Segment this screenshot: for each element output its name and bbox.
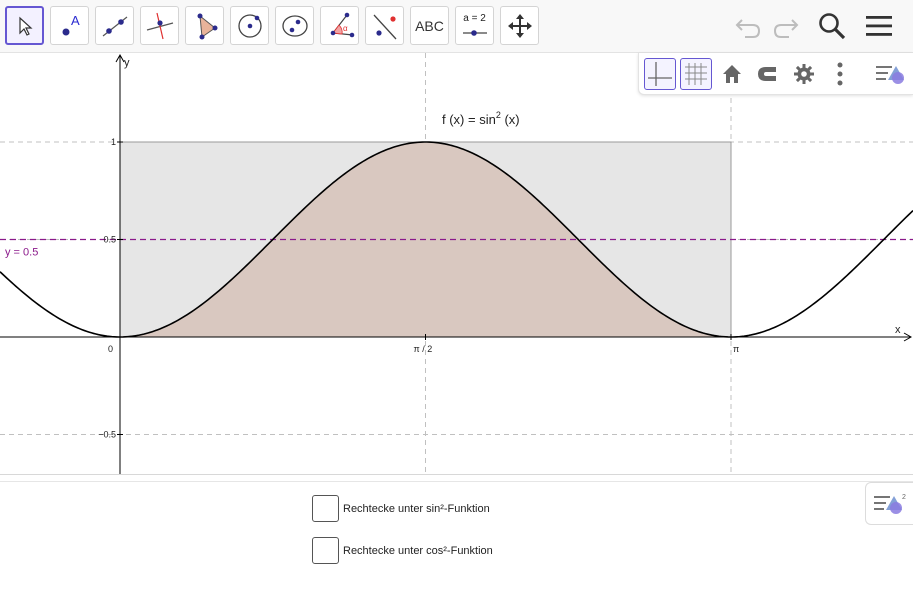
bottom-panel: Rechtecke unter sin²-Funktion Rechtecke … [0,474,913,606]
checkbox-label: Rechtecke unter sin²-Funktion [343,502,490,515]
ellipse-icon [281,14,308,37]
settings-gear-icon [794,64,814,84]
move-tool-button[interactable] [5,6,44,45]
line-through-points-icon [102,16,127,36]
move-graphics-view-icon [507,13,532,38]
undo-icon [735,19,761,38]
main-menu-button[interactable] [860,8,898,44]
axes-toggle-icon [648,62,672,86]
x-tick-label: π / 2 [414,344,433,354]
point-tool-button[interactable]: A [50,6,89,45]
algebra-view-icon [876,66,904,84]
more-vertical-icon [837,62,843,86]
x-axis-label: x [895,324,901,336]
x-tick-label: π [733,344,739,354]
home-icon [723,65,741,83]
point-tool-letter: A [71,13,80,28]
graphics-view[interactable]: 0 π / 2 π 1 0.5 −0.5 x y y = 0.5 f (x) = sin2… [0,53,913,474]
magnet-icon [758,67,776,81]
y-tick-label: 0.5 [103,235,116,245]
ellipse-tool-button[interactable] [275,6,314,45]
algebra-view-button[interactable] [871,58,911,90]
standard-view-button[interactable] [716,58,748,90]
perpendicular-line-icon [146,12,173,39]
panel-divider [0,481,913,482]
algebra-panel-toggle[interactable]: 2 [865,482,913,525]
redo-button[interactable] [767,8,805,44]
checkbox-sin-rectangles[interactable]: Rechtecke unter sin²-Funktion [312,495,490,522]
polygon-icon [197,13,217,39]
checkbox-box[interactable] [312,495,339,522]
circle-tool-button[interactable] [230,6,269,45]
angle-tool-button[interactable]: α [320,6,359,45]
circle-center-point-icon [237,13,262,38]
geogebra-app: A α ABC a = 2 0 π / 2 π 1 0.5 −0.5 x y y… [0,0,913,606]
checkbox-cos-rectangles[interactable]: Rechtecke unter cos²-Funktion [312,537,493,564]
grid-toggle-button[interactable] [680,58,712,90]
undo-button[interactable] [729,8,767,44]
menu-icon [866,16,892,36]
search-icon [819,13,846,40]
line-tool-button[interactable] [95,6,134,45]
angle-tool-letter: α [343,24,348,33]
checkbox-label: Rechtecke unter cos²-Funktion [343,544,493,557]
move-graphics-tool-button[interactable] [500,6,539,45]
checkbox-box[interactable] [312,537,339,564]
polygon-tool-button[interactable] [185,6,224,45]
text-tool-button[interactable]: ABC [410,6,449,45]
slider-tool-button[interactable]: a = 2 [455,6,494,45]
y-axis-label: y [124,57,130,69]
reflect-tool-button[interactable] [365,6,404,45]
y-tick-label: −0.5 [98,430,116,440]
angle-icon: α [330,12,354,37]
y-tick-label: 1 [111,137,116,147]
toolbar: A α ABC a = 2 [0,0,913,53]
line-label[interactable]: y = 0.5 [5,247,38,259]
algebra-toggle-exponent: 2 [902,494,906,501]
graphics-style-bar [638,53,913,95]
graphics-settings-button[interactable] [788,58,820,90]
point-icon: A [62,13,80,35]
function-label-left: f (x) = sin [442,112,496,127]
x-tick-label: 0 [108,344,113,354]
function-label[interactable]: f (x) = sin2 (x) [442,110,520,127]
arrow-cursor-icon [18,16,33,36]
point-capturing-button[interactable] [752,58,784,90]
reflect-about-line-icon [373,14,396,39]
function-plot[interactable]: 0 π / 2 π 1 0.5 −0.5 x y y = 0.5 f (x) = sin2… [0,53,913,474]
text-icon: ABC [415,17,444,34]
more-options-button[interactable] [824,58,856,90]
grid-toggle-icon [685,63,707,85]
function-label-right: (x) [501,112,520,127]
redo-icon [773,19,799,38]
search-button[interactable] [813,8,851,44]
algebra-view-icon: 2 [873,494,906,514]
perpendicular-tool-button[interactable] [140,6,179,45]
slider-tool-label: a = 2 [463,13,486,24]
axes-toggle-button[interactable] [644,58,676,90]
